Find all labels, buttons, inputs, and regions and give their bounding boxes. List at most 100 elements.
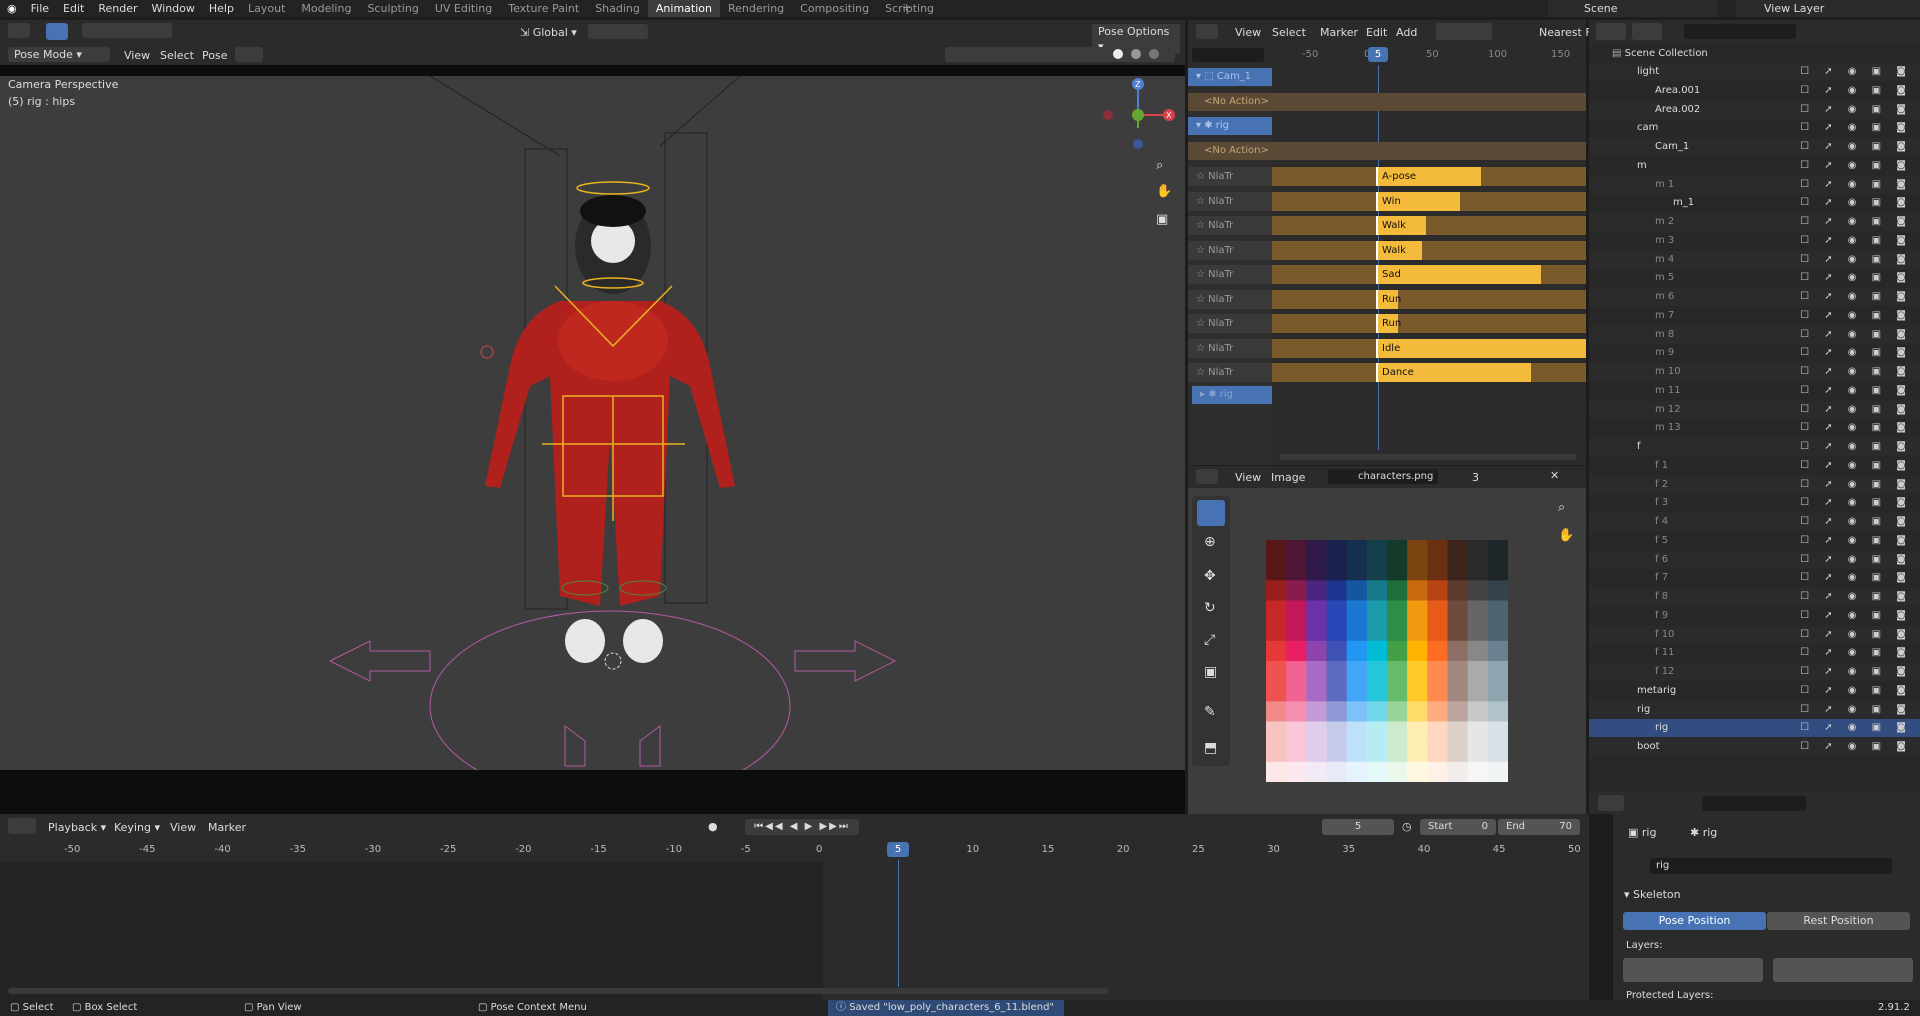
outliner-visibility-icons[interactable]: ☐ ➚ ◉ ▣ ◙ [1800, 307, 1912, 325]
viewport-menu-select[interactable]: Select [160, 49, 194, 62]
nla-track-bg[interactable] [1272, 314, 1586, 333]
outliner-row[interactable]: Area.001 ☐ ➚ ◉ ▣ ◙ [1589, 82, 1920, 100]
outliner-row[interactable]: light ☐ ➚ ◉ ▣ ◙ [1589, 63, 1920, 81]
workspace-tab-animation[interactable]: Animation [647, 0, 720, 17]
outliner-row[interactable]: f 4 ☐ ➚ ◉ ▣ ◙ [1589, 513, 1920, 531]
record-icon[interactable]: ● [708, 820, 718, 833]
viewport-shading-buttons[interactable] [945, 47, 1175, 62]
outliner-visibility-icons[interactable]: ☐ ➚ ◉ ▣ ◙ [1800, 644, 1912, 662]
nla-strip[interactable]: Run ( [1376, 289, 1401, 324]
outliner-row[interactable]: f 7 ☐ ➚ ◉ ▣ ◙ [1589, 569, 1920, 587]
annotate-icon[interactable]: ✎ [1204, 704, 1216, 720]
armature-name-field[interactable]: rig [1650, 858, 1892, 874]
start-frame-field[interactable]: Start 0 [1420, 819, 1496, 835]
timeline-current-frame[interactable]: 5 [887, 842, 909, 857]
scene-selector[interactable]: Scene [1548, 0, 1718, 17]
nla-menu-edit[interactable]: Edit [1366, 26, 1387, 39]
outliner-visibility-icons[interactable]: ☐ ➚ ◉ ▣ ◙ [1800, 551, 1912, 569]
mode-selector[interactable]: Pose Mode ▾ [8, 47, 110, 62]
outliner-row[interactable]: m 1 ☐ ➚ ◉ ▣ ◙ [1589, 175, 1920, 194]
outliner-row[interactable]: m 9 ☐ ➚ ◉ ▣ ◙ [1589, 344, 1920, 362]
nla-filter-buttons[interactable] [1436, 23, 1492, 40]
select-box-tool-icon[interactable] [1197, 500, 1225, 526]
nla-track-header[interactable]: ☆ NlaTr [1188, 314, 1272, 333]
skeleton-panel-header[interactable]: ▾ Skeleton [1624, 888, 1681, 901]
outliner-visibility-icons[interactable]: ☐ ➚ ◉ ▣ ◙ [1800, 401, 1912, 419]
outliner-visibility-icons[interactable]: ☐ ➚ ◉ ▣ ◙ [1800, 457, 1912, 475]
nla-strip[interactable]: Win [1376, 191, 1460, 211]
menu-render[interactable]: Render [91, 2, 144, 15]
image-menu-image[interactable]: Image [1271, 471, 1305, 484]
outliner-row[interactable]: rig ☐ ➚ ◉ ▣ ◙ [1589, 700, 1920, 719]
outliner-row[interactable]: f 11 ☐ ➚ ◉ ▣ ◙ [1589, 644, 1920, 662]
menu-edit[interactable]: Edit [56, 2, 91, 15]
outliner-row[interactable]: f 10 ☐ ➚ ◉ ▣ ◙ [1589, 625, 1920, 644]
nla-strip[interactable]: Idle [1376, 338, 1586, 358]
outliner-row[interactable]: f 3 ☐ ➚ ◉ ▣ ◙ [1589, 494, 1920, 512]
rendered-shading-icon[interactable] [1149, 49, 1159, 59]
outliner-visibility-icons[interactable]: ☐ ➚ ◉ ▣ ◙ [1800, 213, 1912, 231]
outliner-visibility-icons[interactable]: ☐ ➚ ◉ ▣ ◙ [1800, 588, 1912, 606]
material-shading-icon[interactable] [1131, 49, 1141, 59]
outliner-visibility-icons[interactable]: ☐ ➚ ◉ ▣ ◙ [1800, 251, 1912, 269]
timeline-frame-ruler[interactable]: -50-45-40-35-30-25-20-15-10-505101520253… [0, 840, 1589, 860]
outliner-row[interactable]: m_1 ☐ ➚ ◉ ▣ ◙ [1589, 194, 1920, 212]
outliner-row[interactable]: f 1 ☐ ➚ ◉ ▣ ◙ [1589, 457, 1920, 475]
outliner-row[interactable]: f 6 ☐ ➚ ◉ ▣ ◙ [1589, 550, 1920, 569]
outliner-row[interactable]: m 7 ☐ ➚ ◉ ▣ ◙ [1589, 307, 1920, 325]
outliner-row[interactable]: m 4 ☐ ➚ ◉ ▣ ◙ [1589, 250, 1920, 269]
bone-layers-grid-b[interactable] [1773, 958, 1913, 982]
pose-tool-icon[interactable] [235, 47, 263, 62]
workspace-tab-sculpting[interactable]: Sculpting [359, 0, 426, 17]
outliner-row[interactable]: m 10 ☐ ➚ ◉ ▣ ◙ [1589, 363, 1920, 381]
outliner-display-mode[interactable] [1632, 23, 1662, 40]
transform-orientation[interactable]: ⇲ Global ▾ [520, 26, 577, 39]
image-name-field[interactable]: characters.png [1328, 469, 1438, 484]
outliner-visibility-icons[interactable]: ☐ ➚ ◉ ▣ ◙ [1800, 494, 1912, 512]
nla-scrollbar[interactable] [1280, 454, 1576, 460]
outliner-visibility-icons[interactable]: ☐ ➚ ◉ ▣ ◙ [1800, 701, 1912, 719]
playback-controls[interactable]: ⏮◀◀ ◀ ▶ ▶▶⏭ [745, 819, 859, 835]
nla-snap-mode[interactable]: Nearest F [1539, 26, 1592, 39]
outliner-visibility-icons[interactable]: ☐ ➚ ◉ ▣ ◙ [1800, 363, 1912, 381]
outliner-visibility-icons[interactable]: ☐ ➚ ◉ ▣ ◙ [1800, 101, 1912, 119]
nla-strip[interactable]: Walk [1376, 240, 1422, 260]
outliner-row[interactable]: f 8 ☐ ➚ ◉ ▣ ◙ [1589, 588, 1920, 606]
nla-track-bg[interactable] [1272, 289, 1586, 309]
nla-strip[interactable]: Dance [1376, 363, 1531, 382]
viewport-menu-pose[interactable]: Pose [202, 49, 227, 62]
outliner-row[interactable]: m 3 ☐ ➚ ◉ ▣ ◙ [1589, 232, 1920, 250]
outliner-row[interactable]: m 12 ☐ ➚ ◉ ▣ ◙ [1589, 400, 1920, 419]
timeline-playback-menu[interactable]: Playback ▾ [48, 821, 106, 834]
outliner-row[interactable]: f 2 ☐ ➚ ◉ ▣ ◙ [1589, 475, 1920, 494]
move-icon[interactable]: ✥ [1204, 568, 1216, 584]
outliner-row[interactable]: m 6 ☐ ➚ ◉ ▣ ◙ [1589, 288, 1920, 306]
solid-shading-icon[interactable] [1113, 49, 1123, 59]
pivot-snap-buttons[interactable] [588, 24, 648, 39]
outliner-row[interactable]: rig ☐ ➚ ◉ ▣ ◙ [1589, 719, 1920, 738]
blender-logo-icon[interactable]: ◉ [0, 2, 24, 15]
nla-menu-marker[interactable]: Marker [1320, 26, 1358, 39]
nla-track-header[interactable]: ☆ NlaTr [1188, 338, 1272, 358]
outliner-row[interactable]: m ☐ ➚ ◉ ▣ ◙ [1589, 157, 1920, 175]
rotate-icon[interactable]: ↻ [1204, 600, 1216, 616]
workspace-tab-compositing[interactable]: Compositing [792, 0, 877, 17]
outliner-visibility-icons[interactable]: ☐ ➚ ◉ ▣ ◙ [1800, 157, 1912, 175]
outliner-visibility-icons[interactable]: ☐ ➚ ◉ ▣ ◙ [1800, 738, 1912, 756]
zoom-icon[interactable]: ⌕ [1156, 158, 1163, 173]
current-frame-field[interactable]: 5 [1322, 819, 1394, 835]
nla-track-header[interactable]: ☆ NlaTr [1188, 191, 1272, 211]
properties-search-field[interactable] [1702, 796, 1806, 811]
outliner-row[interactable]: Area.002 ☐ ➚ ◉ ▣ ◙ [1589, 100, 1920, 119]
outliner-row[interactable]: f 9 ☐ ➚ ◉ ▣ ◙ [1589, 607, 1920, 625]
workspace-tab-uv-editing[interactable]: UV Editing [427, 0, 500, 17]
rest-position-button[interactable]: Rest Position [1767, 912, 1910, 930]
outliner-visibility-icons[interactable]: ☐ ➚ ◉ ▣ ◙ [1800, 269, 1912, 287]
outliner-visibility-icons[interactable]: ☐ ➚ ◉ ▣ ◙ [1800, 607, 1912, 625]
outliner-visibility-icons[interactable]: ☐ ➚ ◉ ▣ ◙ [1800, 663, 1912, 681]
nla-search-field[interactable] [1192, 48, 1264, 62]
image-user-count[interactable]: 3 [1472, 471, 1479, 484]
properties-tabs[interactable] [1589, 814, 1613, 1016]
nla-strip[interactable]: A-pose [1376, 167, 1481, 186]
menu-window[interactable]: Window [145, 2, 202, 15]
